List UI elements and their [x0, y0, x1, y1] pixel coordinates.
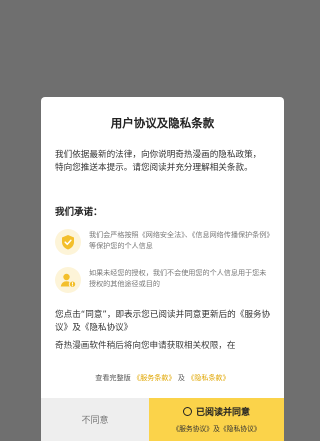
promise-heading: 我们承诺：: [55, 207, 103, 218]
intro-text: 我们依据最新的法律，向你说明奇热漫画的隐私政策，特向您推送本提示。请您阅读并充分…: [55, 150, 262, 173]
view-full-label: 查看完整版: [95, 373, 131, 382]
agree-label: 已阅读并同意: [195, 408, 250, 418]
scroll-fade: [41, 345, 284, 365]
promise-text: 如果未经您的授权，我们不会使用您的个人信息用于您未授权的其他途径或目的: [89, 268, 267, 288]
promise-item-authorization: 如果未经您的授权，我们不会使用您的个人信息用于您未授权的其他途径或目的: [55, 265, 273, 297]
privacy-terms-link[interactable]: 《隐私条款》: [187, 373, 230, 382]
agree-button[interactable]: 已阅读并同意 《服务协议》及《隐私协议》: [149, 398, 284, 441]
user-alert-icon: [55, 267, 81, 293]
promise-item-security: 我们会严格按照《网络安全法》、《信息网络传播保护条例》等保护您的个人信息: [55, 227, 273, 259]
privacy-dialog: 用户协议及隐私条款 我们依据最新的法律，向你说明奇热漫画的隐私政策，特向您推送本…: [41, 97, 284, 441]
service-terms-link[interactable]: 《服务条款》: [133, 373, 176, 382]
agree-label-row: 已阅读并同意: [149, 405, 284, 418]
dialog-title: 用户协议及隐私条款: [110, 116, 215, 130]
dialog-footer: 不同意 已阅读并同意 《服务协议》及《隐私协议》: [41, 398, 284, 441]
consent-text: 您点击“同意”，即表示您已阅读并同意更新后的《服务协议》及《隐私协议》: [55, 310, 271, 333]
promise-text: 我们会严格按照《网络安全法》、《信息网络传播保护条例》等保护您的个人信息: [89, 230, 270, 250]
disagree-button[interactable]: 不同意: [41, 398, 149, 441]
shield-check-icon: [55, 229, 81, 255]
radio-circle-icon: [182, 407, 192, 416]
view-full-row: 查看完整版 《服务条款》 及 《隐私条款》: [41, 373, 284, 383]
and-label: 及: [177, 373, 185, 382]
agree-sublabel: 《服务协议》及《隐私协议》: [172, 425, 261, 433]
